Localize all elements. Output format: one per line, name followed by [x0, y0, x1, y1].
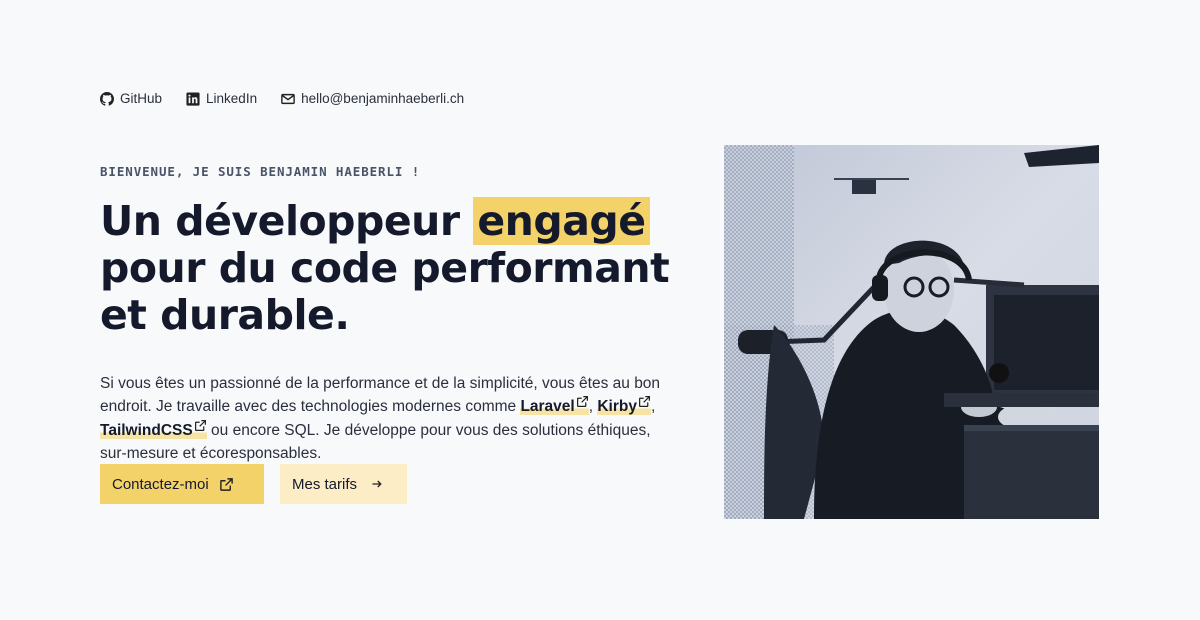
linkedin-link[interactable]: LinkedIn [186, 91, 257, 106]
linkedin-label: LinkedIn [206, 91, 258, 106]
hero-intro: Si vous êtes un passionné de la performa… [100, 372, 680, 466]
github-label: GitHub [120, 91, 163, 106]
mail-icon [281, 93, 295, 104]
email-label: hello@benjaminhaeberli.ch [301, 91, 465, 106]
kirby-label: Kirby [597, 398, 637, 415]
pricing-button-label: Mes tarifs [292, 475, 358, 493]
pricing-button[interactable]: Mes tarifs [280, 464, 407, 504]
hero-title-part1: Un développeur [100, 197, 474, 245]
external-link-icon [194, 419, 206, 431]
external-link-icon [576, 396, 588, 407]
laravel-link[interactable]: Laravel [520, 396, 589, 415]
external-link-icon [219, 477, 233, 491]
profile-photo-illustration [724, 145, 1099, 519]
email-link[interactable]: hello@benjaminhaeberli.ch [281, 91, 464, 106]
social-links: GitHub LinkedIn hello@benjaminhaeberli.c… [100, 91, 464, 106]
contact-button-label: Contactez-moi [112, 475, 209, 493]
hero-title-part2: pour du code performant et durable. [100, 244, 670, 339]
welcome-eyebrow: BIENVENUE, JE SUIS BENJAMIN HAEBERLI ! [100, 164, 421, 179]
arrow-right-icon [372, 480, 382, 488]
contact-button[interactable]: Contactez-moi [100, 464, 264, 504]
external-link-icon [639, 396, 650, 407]
github-icon [100, 91, 114, 106]
tailwindcss-label: TailwindCSS [100, 421, 193, 439]
tailwindcss-link[interactable]: TailwindCSS [100, 419, 207, 439]
profile-photo [724, 145, 1099, 519]
linkedin-icon [186, 91, 200, 106]
hero-title-highlight: engagé [473, 197, 650, 245]
laravel-label: Laravel [520, 398, 575, 415]
github-link[interactable]: GitHub [100, 91, 162, 106]
separator: , [650, 398, 656, 415]
kirby-link[interactable]: Kirby [597, 396, 651, 415]
hero-title: Un développeur engagé pour du code perfo… [100, 197, 700, 339]
